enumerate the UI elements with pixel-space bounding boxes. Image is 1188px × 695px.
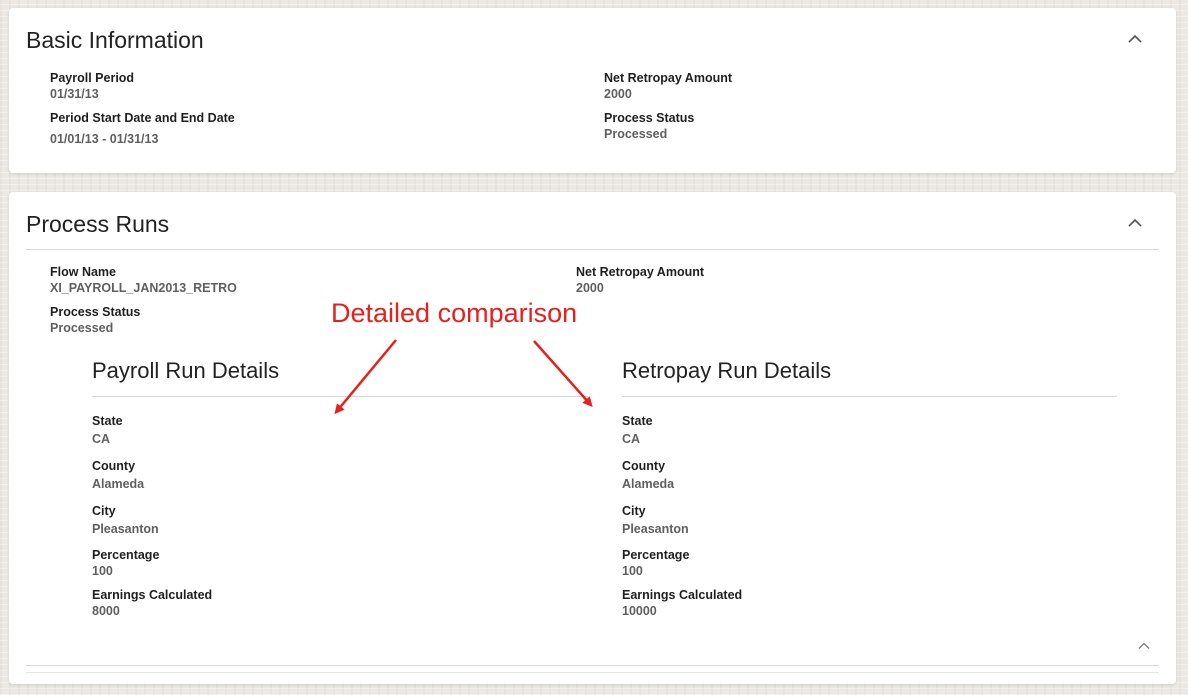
retropay-county-field: County Alameda <box>622 458 674 492</box>
net-retropay-field: Net Retropay Amount 2000 <box>604 70 732 102</box>
section-divider <box>26 249 1159 250</box>
retropay-percentage-field: Percentage 100 <box>622 547 689 579</box>
net-retropay-value: 2000 <box>604 87 632 101</box>
payroll-county-label: County <box>92 459 136 473</box>
retropay-city-field: City Pleasanton <box>622 503 689 537</box>
retropay-city-label: City <box>622 504 646 518</box>
payroll-percentage-label: Percentage <box>92 548 160 562</box>
period-dates-field: Period Start Date and End Date 01/01/13 … <box>50 110 235 147</box>
payroll-city-value: Pleasanton <box>92 522 159 536</box>
process-runs-section: Process Runs Flow Name XI_PAYROLL_JAN201… <box>9 192 1176 684</box>
process-status-value: Processed <box>604 127 668 141</box>
process-runs-title: Process Runs <box>26 211 170 237</box>
chevron-up-icon[interactable] <box>1125 213 1145 233</box>
flow-name-field: Flow Name XI_PAYROLL_JAN2013_RETRO <box>50 264 237 296</box>
annotation-text: Detailed comparison <box>331 298 578 328</box>
retropay-run-divider <box>622 396 1117 397</box>
payroll-state-label: State <box>92 414 123 428</box>
net-retropay-label: Net Retropay Amount <box>604 71 733 85</box>
flow-name-value: XI_PAYROLL_JAN2013_RETRO <box>50 281 237 295</box>
retropay-county-label: County <box>622 459 666 473</box>
retropay-run-details-title: Retropay Run Details <box>622 358 832 383</box>
payroll-county-field: County Alameda <box>92 458 144 492</box>
payroll-percentage-field: Percentage 100 <box>92 547 159 579</box>
bottom-divider <box>26 665 1159 666</box>
run-process-status-value: Processed <box>50 321 114 335</box>
payroll-period-value: 01/31/13 <box>50 87 99 101</box>
period-dates-label: Period Start Date and End Date <box>50 111 235 125</box>
retropay-state-label: State <box>622 414 653 428</box>
retropay-percentage-value: 100 <box>622 564 643 578</box>
retropay-earnings-field: Earnings Calculated 10000 <box>622 587 742 619</box>
run-net-retropay-field: Net Retropay Amount 2000 <box>576 264 704 296</box>
retropay-earnings-value: 10000 <box>622 604 657 618</box>
payroll-period-field: Payroll Period 01/31/13 <box>50 70 134 102</box>
payroll-earnings-field: Earnings Calculated 8000 <box>92 587 212 619</box>
payroll-percentage-value: 100 <box>92 564 113 578</box>
payroll-earnings-value: 8000 <box>92 604 120 618</box>
retropay-city-value: Pleasanton <box>622 522 689 536</box>
process-status-field: Process Status Processed <box>604 110 694 142</box>
payroll-earnings-label: Earnings Calculated <box>92 588 213 602</box>
bottom-divider-secondary <box>26 672 1159 673</box>
basic-information-section: Basic Information Payroll Period 01/31/1… <box>9 8 1176 173</box>
run-net-retropay-label: Net Retropay Amount <box>576 265 705 279</box>
retropay-state-field: State CA <box>622 413 653 447</box>
run-process-status-field: Process Status Processed <box>50 304 140 336</box>
payroll-state-field: State CA <box>92 413 123 447</box>
payroll-run-divider <box>92 396 588 397</box>
chevron-up-icon[interactable] <box>1136 638 1152 654</box>
payroll-period-label: Payroll Period <box>50 71 135 85</box>
run-process-status-label: Process Status <box>50 305 141 319</box>
process-status-label: Process Status <box>604 111 695 125</box>
basic-information-title: Basic Information <box>26 27 204 53</box>
payroll-city-field: City Pleasanton <box>92 503 159 537</box>
period-dates-value: 01/01/13 - 01/31/13 <box>50 132 159 146</box>
payroll-city-label: City <box>92 504 116 518</box>
payroll-run-details-title: Payroll Run Details <box>92 358 280 383</box>
retropay-earnings-label: Earnings Calculated <box>622 588 743 602</box>
run-net-retropay-value: 2000 <box>576 281 604 295</box>
retropay-state-value: CA <box>622 432 641 446</box>
chevron-up-icon[interactable] <box>1125 29 1145 49</box>
payroll-county-value: Alameda <box>92 477 145 491</box>
retropay-percentage-label: Percentage <box>622 548 690 562</box>
payroll-state-value: CA <box>92 432 111 446</box>
flow-name-label: Flow Name <box>50 265 116 279</box>
retropay-county-value: Alameda <box>622 477 675 491</box>
